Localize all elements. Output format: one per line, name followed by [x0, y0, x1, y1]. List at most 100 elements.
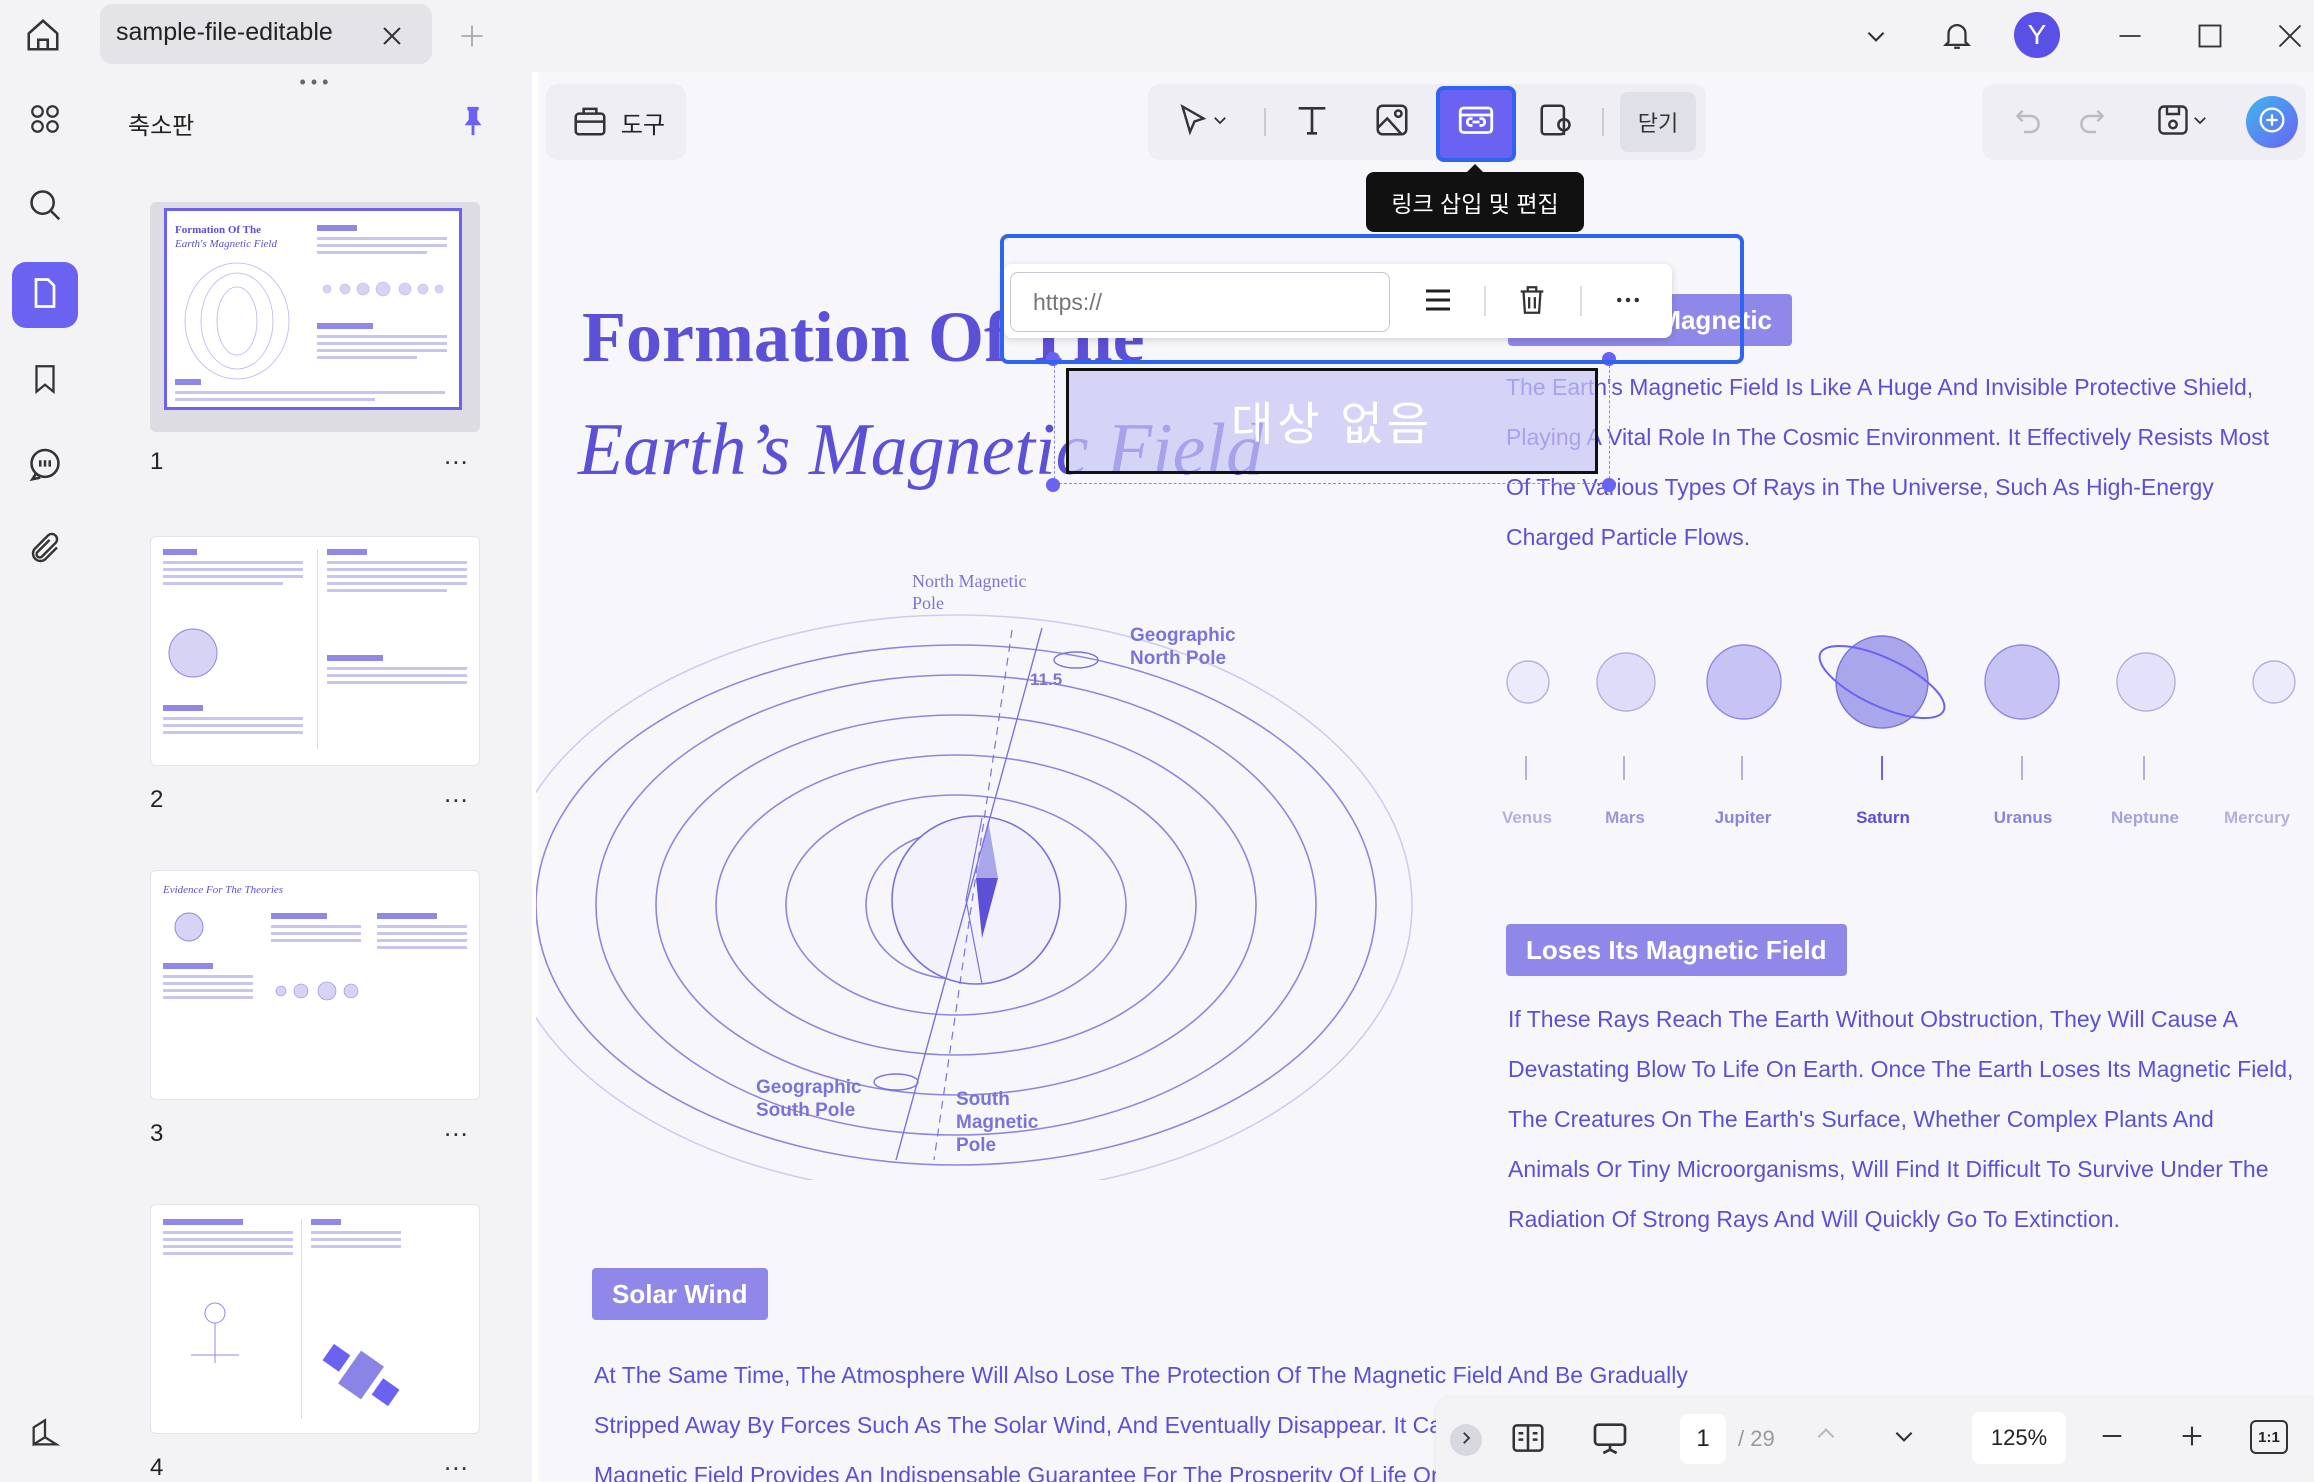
section-badge-loses-field[interactable]: Loses Its Magnetic Field: [1506, 924, 1847, 976]
close-edit-button[interactable]: 닫기: [1620, 92, 1696, 152]
total-pages: / 29: [1738, 1426, 1775, 1451]
undo-button[interactable]: [2000, 94, 2056, 150]
rail-attachments-button[interactable]: [12, 518, 78, 584]
label-north-magnetic-pole: North Magnetic Pole: [912, 571, 1027, 613]
chevron-down-icon: [1891, 1423, 1917, 1454]
text-icon: [1292, 100, 1332, 145]
zoom-level: 125%: [1990, 1425, 2048, 1450]
actual-size-label: 1:1: [2258, 1428, 2280, 1446]
svg-text:Evidence For The Theories: Evidence For The Theories: [162, 884, 283, 896]
location-tool-button[interactable]: [1528, 94, 1584, 150]
resize-handle[interactable]: [1046, 478, 1060, 492]
presentation-icon: [1590, 1418, 1630, 1463]
undo-icon: [2012, 104, 2044, 141]
rail-thumbnails-button[interactable]: [12, 262, 78, 328]
page-layout-button[interactable]: [1502, 1414, 1554, 1466]
next-page-button[interactable]: [1882, 1416, 1926, 1460]
page-icon: [27, 275, 63, 316]
redo-button[interactable]: [2064, 94, 2120, 150]
planet-label-jupiter: Jupiter: [1714, 808, 1772, 827]
chevron-up-icon: [1813, 1421, 1839, 1452]
thumbnail-page-number: 2: [150, 786, 164, 813]
label-tilt-angle: 11.5: [1030, 670, 1063, 689]
home-icon[interactable]: [18, 12, 68, 58]
pin-icon[interactable]: [456, 104, 490, 138]
paperclip-icon: [27, 531, 63, 572]
planet-label-mars: Mars: [1605, 808, 1645, 827]
thumbnail-more-button[interactable]: ...: [444, 1446, 469, 1477]
toolbar-divider: [1602, 108, 1604, 136]
label-south-magnetic-pole: South Magnetic Pole: [956, 1089, 1039, 1156]
rail-pages-button[interactable]: [12, 88, 78, 154]
redo-icon: [2076, 104, 2108, 141]
user-avatar[interactable]: Y: [2014, 12, 2060, 58]
tools-label: 도구: [620, 111, 666, 139]
planets-diagram[interactable]: [1496, 620, 2314, 780]
page-thumbnail-4[interactable]: [150, 1204, 480, 1434]
page-thumbnail-1[interactable]: Formation Of The Earth's Magnetic Field: [150, 202, 480, 432]
thumbnail-panel: • • • 축소판 Formation Of The Earth's Magne…: [92, 72, 532, 1482]
minimize-icon[interactable]: [2110, 16, 2150, 56]
prev-page-button[interactable]: [1804, 1414, 1848, 1458]
thumbnail-page-number: 4: [150, 1454, 164, 1481]
rail-search-button[interactable]: [12, 174, 78, 240]
paragraph-loses-field[interactable]: If These Rays Reach The Earth Without Ob…: [1508, 994, 2298, 1244]
chevron-right-icon: [1457, 1429, 1475, 1452]
toolbox-icon: [571, 101, 609, 144]
document-tab-title: sample-file-editable: [116, 18, 333, 46]
rail-bookmarks-button[interactable]: [12, 348, 78, 414]
link-tool-button[interactable]: [1436, 86, 1516, 162]
section-badge-solar-wind[interactable]: Solar Wind: [592, 1268, 768, 1320]
link-tool-tooltip: 링크 삽입 및 편집: [1366, 172, 1584, 232]
chevron-down-icon: [1211, 111, 1229, 134]
cursor-icon: [1175, 102, 1211, 143]
title-bar: sample-file-editable Y: [0, 0, 2314, 72]
link-target-text: 대상 없음: [1230, 398, 1434, 450]
planet-label-venus: Venus: [1501, 808, 1553, 827]
zoom-level-box[interactable]: 125%: [1972, 1412, 2066, 1464]
minus-icon: [2098, 1422, 2126, 1455]
page-number-box[interactable]: 1: [1680, 1414, 1726, 1464]
link-target-box[interactable]: 대상 없음: [1066, 368, 1598, 474]
zoom-in-button[interactable]: [2170, 1416, 2214, 1460]
tooltip-arrow: [1466, 164, 1484, 173]
close-tab-icon[interactable]: [372, 16, 412, 56]
tools-button[interactable]: 도구: [556, 94, 680, 150]
toolbar-divider: [1264, 108, 1266, 136]
rail-comments-button[interactable]: [12, 434, 78, 500]
thumbnail-more-button[interactable]: ...: [444, 440, 469, 471]
page-thumbnail-2[interactable]: [150, 536, 480, 766]
new-tab-icon[interactable]: [452, 16, 492, 56]
grid-icon: [27, 101, 63, 142]
link-popup-highlight: [1000, 234, 1744, 364]
close-window-icon[interactable]: [2270, 16, 2310, 56]
zoom-out-button[interactable]: [2090, 1416, 2134, 1460]
planet-label-uranus: Uranus: [1993, 808, 2053, 827]
paragraph-magnetic[interactable]: The Earth's Magnetic Field Is Like A Hug…: [1506, 362, 2296, 562]
layers-icon: [28, 1416, 62, 1455]
rail-layers-button[interactable]: [12, 1402, 78, 1468]
ai-assistant-button[interactable]: [2246, 96, 2298, 148]
image-tool-button[interactable]: [1364, 94, 1420, 150]
map-pin-icon: [1537, 101, 1575, 144]
panel-drag-handle[interactable]: • • •: [296, 73, 332, 91]
page-thumbnail-3[interactable]: Evidence For The Theories: [150, 870, 480, 1100]
save-button[interactable]: [2140, 94, 2224, 150]
presentation-button[interactable]: [1584, 1414, 1636, 1466]
chevron-down-icon[interactable]: [1856, 16, 1896, 56]
resize-handle[interactable]: [1602, 478, 1616, 492]
actual-size-button[interactable]: 1:1: [2250, 1420, 2288, 1454]
collapse-bar-button[interactable]: [1450, 1424, 1482, 1456]
thumbnail-more-button[interactable]: ...: [444, 1112, 469, 1143]
maximize-icon[interactable]: [2190, 16, 2230, 56]
text-tool-button[interactable]: [1284, 94, 1340, 150]
close-edit-label: 닫기: [1637, 111, 1679, 136]
bell-icon[interactable]: [1934, 12, 1980, 58]
select-tool-button[interactable]: [1160, 94, 1244, 150]
search-icon: [26, 186, 64, 229]
thumbnail-more-button[interactable]: ...: [444, 778, 469, 809]
svg-text:Earth's Magnetic Field: Earth's Magnetic Field: [174, 238, 277, 250]
bookmark-icon: [28, 362, 62, 401]
magnetic-field-diagram[interactable]: [536, 560, 1452, 1180]
chevron-down-icon: [2191, 111, 2209, 134]
